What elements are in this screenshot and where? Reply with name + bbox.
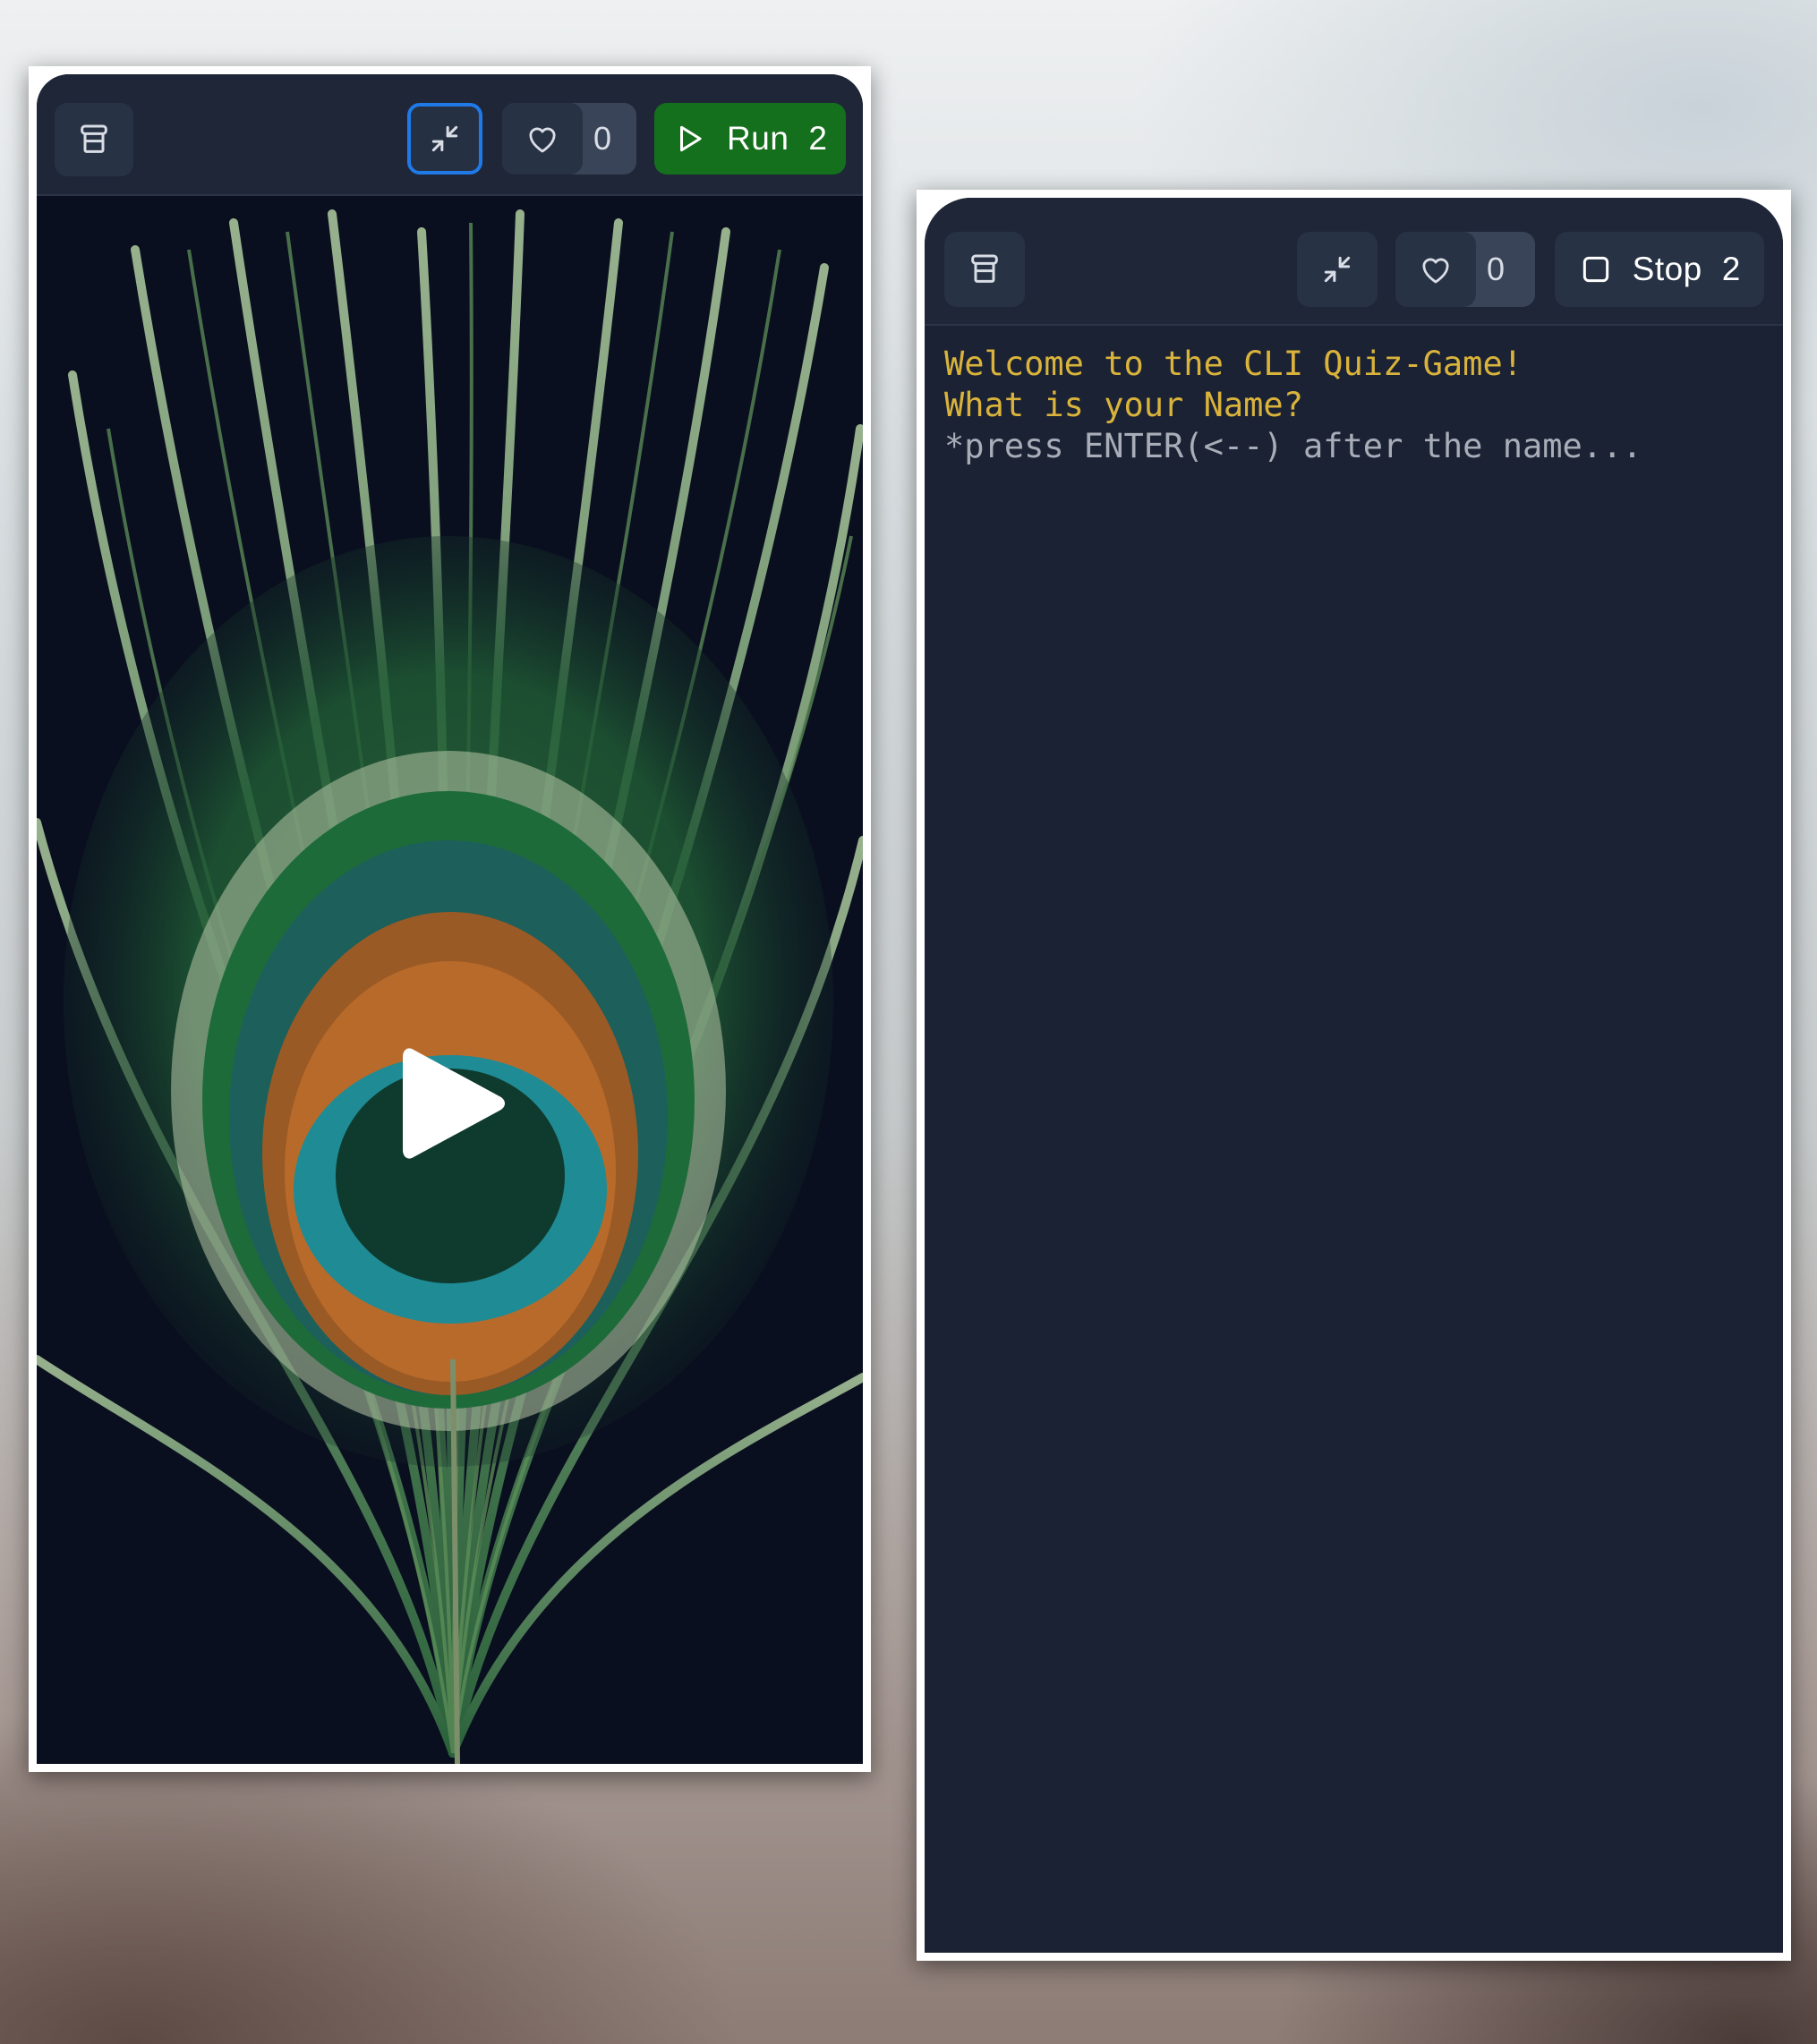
right-screenshot-card: 0 Stop 2 Welcome to the CLI Quiz-Game! W…: [917, 190, 1791, 1961]
stop-label: Stop: [1632, 251, 1702, 287]
menu-button[interactable]: [55, 103, 133, 176]
right-toolbar: 0 Stop 2: [925, 198, 1783, 326]
terminal-line-hint: *press ENTER(<--) after the name...: [944, 427, 1642, 465]
video-preview[interactable]: [37, 196, 863, 1764]
menu-button[interactable]: [944, 232, 1025, 307]
play-outline-icon: [673, 122, 707, 156]
left-toolbar: 0 Run 2: [37, 74, 863, 196]
run-label: Run: [727, 120, 789, 157]
database-stack-icon: [967, 251, 1002, 287]
minimize-button[interactable]: [1297, 232, 1378, 307]
minimize-arrows-icon: [1320, 252, 1354, 286]
stop-square-icon: [1579, 252, 1613, 286]
peacock-feather-image: [37, 196, 863, 1764]
like-icon-area: [502, 103, 583, 175]
left-app-screen: 0 Run 2: [37, 74, 863, 1764]
left-screenshot-card: 0 Run 2: [29, 66, 871, 1772]
terminal-line-welcome: Welcome to the CLI Quiz-Game!: [944, 345, 1523, 383]
like-button[interactable]: 0: [1395, 232, 1535, 307]
right-app-screen: 0 Stop 2 Welcome to the CLI Quiz-Game! W…: [925, 198, 1783, 1953]
like-count: 0: [1487, 251, 1506, 287]
play-icon[interactable]: [401, 1044, 508, 1166]
like-icon-area: [1395, 232, 1476, 307]
terminal-output[interactable]: Welcome to the CLI Quiz-Game! What is yo…: [925, 326, 1783, 1953]
heart-icon: [524, 120, 561, 158]
stop-count: 2: [1721, 251, 1741, 287]
heart-icon: [1417, 251, 1454, 288]
terminal-line-name-prompt: What is your Name?: [944, 386, 1303, 424]
minimize-arrows-icon: [428, 122, 462, 156]
minimize-button[interactable]: [407, 103, 482, 175]
like-button[interactable]: 0: [502, 103, 636, 175]
run-button[interactable]: Run 2: [654, 103, 846, 175]
run-count: 2: [808, 120, 827, 157]
stop-button[interactable]: Stop 2: [1555, 232, 1764, 307]
like-count: 0: [593, 120, 612, 157]
database-stack-icon: [76, 122, 112, 158]
